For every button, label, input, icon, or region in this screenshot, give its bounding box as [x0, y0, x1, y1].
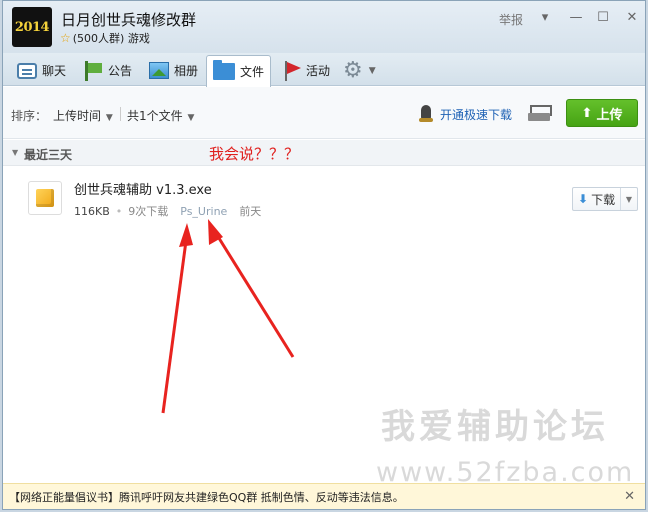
file-size: 116KB [74, 204, 110, 218]
close-icon[interactable]: ✕ [622, 7, 642, 27]
file-meta: 116KB • 9次下载 Ps_Urine 前天 [74, 203, 261, 219]
group-avatar[interactable]: 2014 [12, 7, 52, 47]
tab-activity-label: 活动 [306, 64, 331, 78]
fast-download-label: 开通极速下载 [440, 107, 513, 122]
uploader-name[interactable]: Ps_Urine [180, 205, 227, 218]
folder-icon [213, 60, 235, 80]
rocket-icon [418, 105, 434, 123]
tab-notice[interactable]: 公告 [77, 55, 138, 86]
download-count: 9次下载 [128, 205, 169, 218]
group-meta: ☆ (500人群) 游戏 [60, 30, 150, 46]
section-header[interactable]: ▼ 最近三天 我会说？？？ [3, 140, 645, 166]
arrow-1 [161, 223, 193, 414]
annotation-text: 我会说？？？ [209, 145, 300, 163]
watermark-title: 我爱辅助论坛 [381, 407, 609, 447]
tab-album[interactable]: 相册 [143, 55, 204, 86]
star-icon: ☆ [60, 31, 71, 45]
flag-icon [283, 60, 301, 81]
download-arrow-icon: ⬇ [578, 192, 589, 206]
file-count: 共1个文件 [127, 109, 183, 123]
collapse-icon[interactable]: ▼ [12, 148, 18, 157]
album-icon [149, 62, 169, 79]
group-meta-text: (500人群) 游戏 [72, 32, 150, 45]
notice-icon [83, 60, 103, 81]
chevron-down-icon: ▼ [187, 113, 195, 123]
qq-group-window: 2014 日月创世兵魂修改群 ☆ (500人群) 游戏 举报 ▾ — ☐ ✕ 聊… [2, 0, 646, 510]
upload-label: 上传 [596, 107, 623, 123]
tab-activity[interactable]: 活动 [277, 55, 336, 86]
upload-time: 前天 [239, 205, 262, 218]
tab-chat-label: 聊天 [42, 64, 67, 78]
gear-icon: ⚙ [343, 57, 363, 83]
settings-menu[interactable]: ⚙ ▼ [337, 55, 382, 86]
chat-icon [17, 62, 37, 79]
file-count-dropdown[interactable]: 共1个文件 ▼ [127, 107, 194, 124]
download-label: 下载 [591, 192, 616, 207]
file-name[interactable]: 创世兵魂辅助 v1.3.exe [74, 179, 212, 198]
chevron-down-icon: ▼ [105, 113, 113, 123]
chevron-down-icon[interactable]: ▾ [535, 7, 555, 27]
file-toolbar: 排序： 上传时间 ▼ 共1个文件 ▼ 开通极速下载 ⬆ 上传 [3, 87, 645, 139]
arrow-2 [208, 219, 295, 358]
report-link[interactable]: 举报 [499, 11, 523, 28]
maximize-icon[interactable]: ☐ [593, 7, 613, 27]
download-main[interactable]: ⬇ 下载 [573, 188, 621, 210]
divider [120, 107, 121, 121]
sort-value: 上传时间 [53, 109, 102, 123]
upload-button[interactable]: ⬆ 上传 [566, 99, 638, 127]
tab-album-label: 相册 [174, 64, 199, 78]
tab-files-label: 文件 [240, 65, 265, 79]
section-title: 最近三天 [24, 148, 73, 162]
upload-arrow-icon: ⬆ [581, 105, 593, 121]
bottom-notice-bar: 【网络正能量倡议书】腾讯呼吁网友共建绿色QQ群 抵制色情、反动等违法信息。 ✕ [3, 483, 645, 509]
tab-notice-label: 公告 [108, 64, 133, 78]
tab-chat[interactable]: 聊天 [11, 55, 72, 86]
tab-bar: 聊天 公告 相册 文件 活动 ⚙ ▼ [3, 53, 645, 87]
sort-dropdown[interactable]: 上传时间 ▼ [53, 107, 113, 124]
chevron-down-icon: ▼ [368, 65, 376, 76]
tray-icon[interactable] [528, 103, 552, 123]
close-icon[interactable]: ✕ [624, 489, 635, 504]
list-item[interactable]: 创世兵魂辅助 v1.3.exe 116KB • 9次下载 Ps_Urine 前天… [3, 167, 645, 227]
bottom-notice-text[interactable]: 【网络正能量倡议书】腾讯呼吁网友共建绿色QQ群 抵制色情、反动等违法信息。 [9, 489, 404, 505]
title-bar: 2014 日月创世兵魂修改群 ☆ (500人群) 游戏 举报 ▾ — ☐ ✕ [3, 1, 645, 53]
tab-files[interactable]: 文件 [206, 55, 272, 87]
group-avatar-text: 2014 [14, 19, 50, 35]
exe-file-icon [28, 181, 62, 215]
separator-dot: • [115, 204, 123, 218]
sort-label: 排序： [11, 109, 48, 123]
group-name: 日月创世兵魂修改群 [61, 11, 197, 29]
download-button[interactable]: ⬇ 下载 ▼ [572, 187, 638, 211]
minimize-icon[interactable]: — [566, 7, 586, 27]
fast-download-link[interactable]: 开通极速下载 [418, 105, 512, 123]
chevron-down-icon[interactable]: ▼ [621, 195, 637, 204]
